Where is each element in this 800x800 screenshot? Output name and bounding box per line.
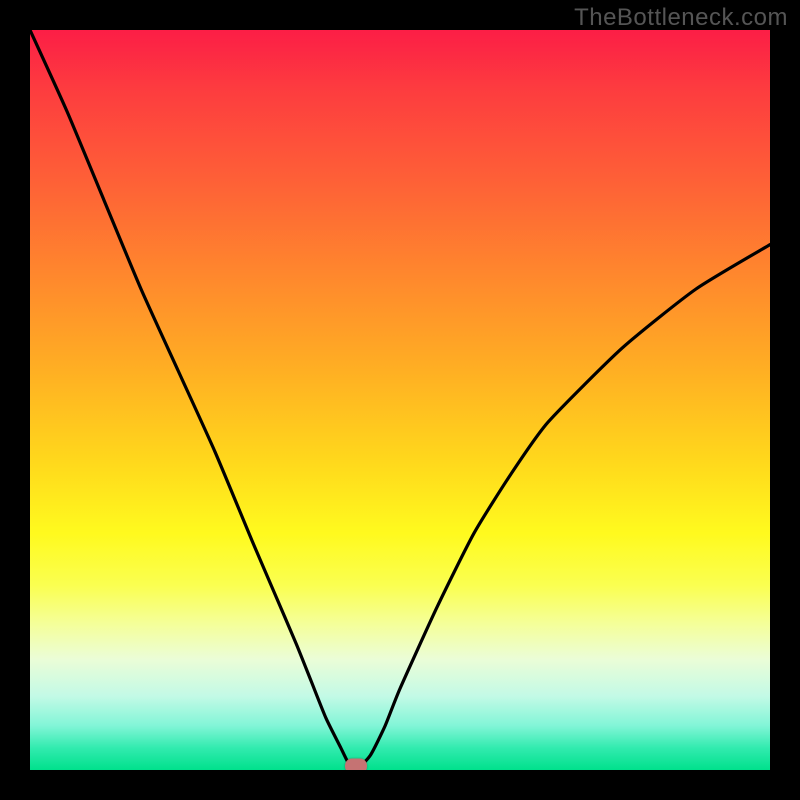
watermark-text: TheBottleneck.com [574, 4, 788, 32]
curve-layer [30, 30, 770, 770]
plot-area [30, 30, 770, 770]
bottleneck-marker [345, 759, 367, 770]
bottleneck-curve [30, 30, 770, 770]
